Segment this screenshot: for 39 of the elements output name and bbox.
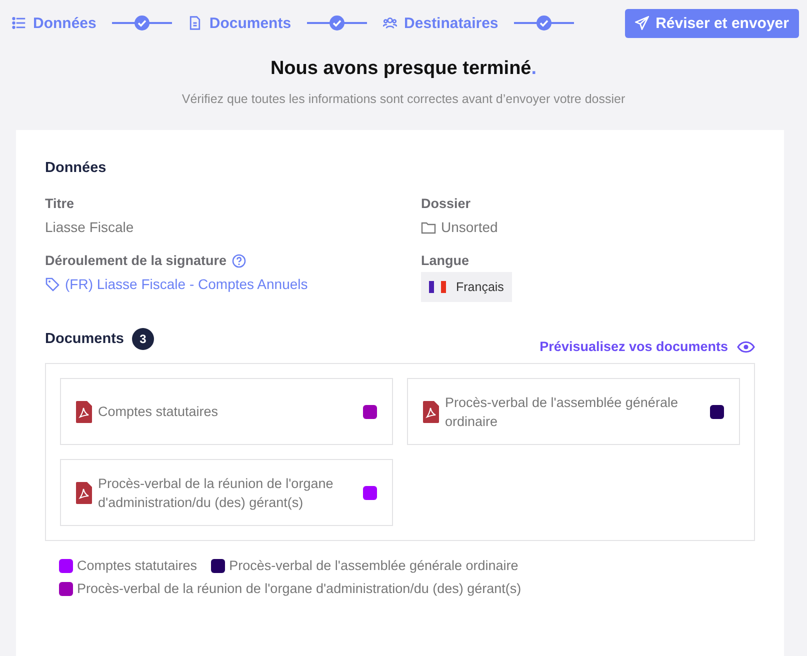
section-title: Documents: [45, 331, 124, 347]
document-card[interactable]: Procès-verbal de l'assemblée générale ordinaire: [407, 378, 740, 445]
pdf-icon: [76, 400, 92, 422]
count-badge: 3: [132, 328, 154, 350]
page-subtitle: Vérifiez que toutes les informations sont correctes avant d’envoyer votre dossier: [180, 91, 626, 108]
document-name: Procès-verbal de l'assemblée générale ordinaire: [445, 394, 679, 430]
step-tab[interactable]: Destinataires: [377, 10, 504, 36]
folder-icon: [421, 220, 436, 234]
step-tab[interactable]: Documents: [182, 10, 298, 36]
step-tab[interactable]: Données: [6, 10, 102, 36]
users-icon: [383, 16, 398, 30]
eye-icon: [737, 340, 755, 352]
send-icon: [634, 16, 649, 30]
field-label: Langue: [421, 253, 470, 268]
legend-label: Procès-verbal de la réunion de l'organe d'administration/du (des) gérant(s): [77, 581, 522, 596]
tag-icon: [45, 276, 60, 292]
pdf-icon: [423, 400, 439, 422]
field-value: Unsorted: [441, 219, 498, 235]
field-label: Déroulement de la signature: [45, 253, 227, 268]
field-label: Dossier: [421, 196, 471, 211]
document-card[interactable]: Comptes statutaires: [60, 378, 393, 445]
list-icon: [12, 16, 26, 30]
step-tab[interactable]: Réviser et envoyer: [624, 8, 799, 38]
document-card[interactable]: Procès-verbal de la réunion de l'organe d'administration/du (des) gérant(s): [60, 459, 393, 526]
document-icon: [188, 16, 202, 30]
field-label: Titre: [45, 196, 74, 211]
document-name: Comptes statutaires: [98, 403, 220, 421]
legend-label: Comptes statutaires: [77, 558, 198, 573]
pdf-icon: [76, 482, 92, 504]
language-chip: Français: [421, 272, 512, 302]
help-icon[interactable]: [232, 254, 246, 268]
field-value: Liasse Fiscale: [45, 219, 135, 235]
section-title: Données: [45, 160, 108, 176]
workflow-link[interactable]: (FR) Liasse Fiscale - Comptes Annuels: [65, 276, 308, 292]
flag-icon: [429, 281, 447, 293]
preview-link[interactable]: Prévisualisez vos documents: [540, 339, 755, 354]
legend-label: Procès-verbal de l'assemblée générale ordinaire: [229, 558, 518, 573]
document-name: Procès-verbal de la réunion de l'organe d'administration/du (des) gérant(s): [98, 474, 334, 512]
page-title: Nous avons presque terminé.: [269, 58, 538, 80]
